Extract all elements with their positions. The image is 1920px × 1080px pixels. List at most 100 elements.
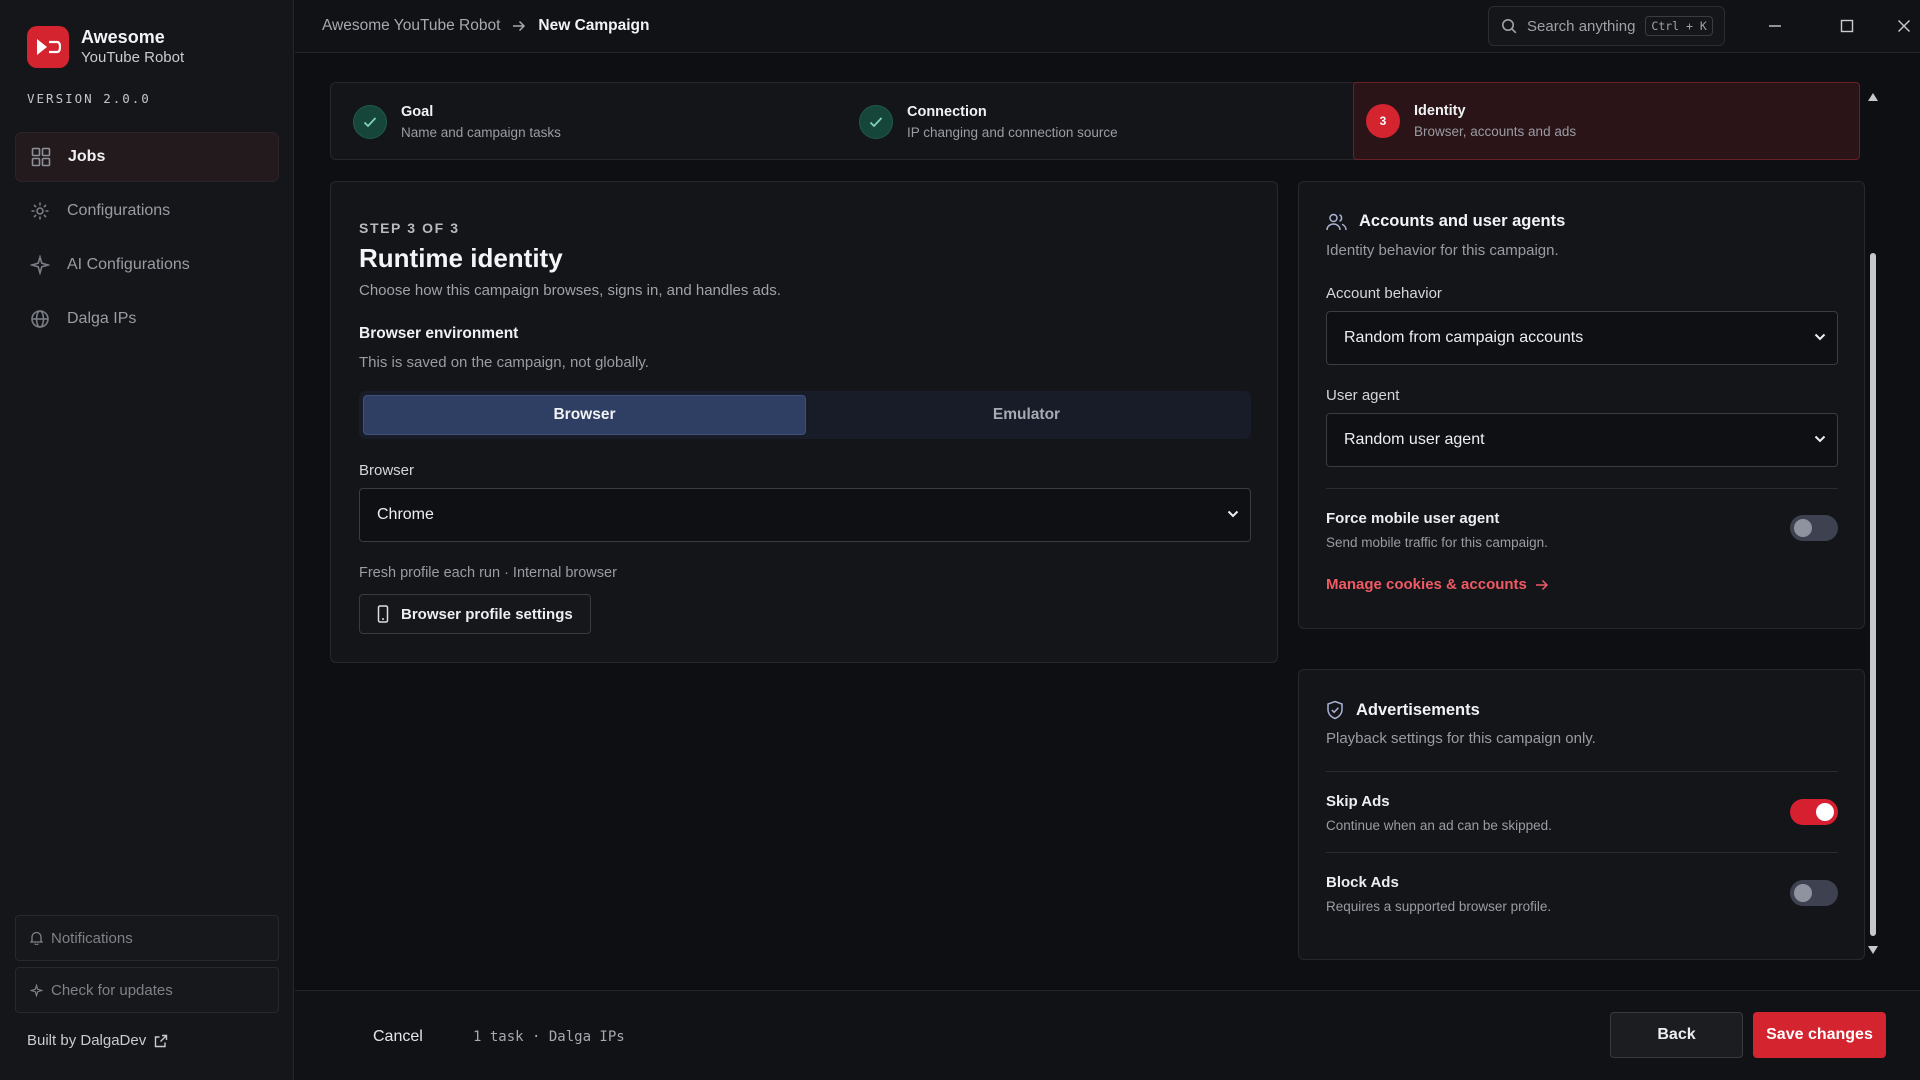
block-ads-title: Block Ads	[1326, 874, 1399, 891]
minimize-button[interactable]	[1762, 13, 1788, 39]
user-agent-value: Random user agent	[1344, 431, 1485, 448]
force-mobile-desc: Send mobile traffic for this campaign.	[1326, 535, 1548, 550]
page-lead: Choose how this campaign browses, signs …	[359, 282, 781, 299]
app-logo-icon	[27, 26, 69, 68]
accounts-card: Accounts and user agents Identity behavi…	[1298, 181, 1865, 629]
advertisements-card: Advertisements Playback settings for thi…	[1298, 669, 1865, 960]
save-changes-button[interactable]: Save changes	[1753, 1012, 1886, 1058]
chevron-down-icon	[1813, 432, 1827, 451]
block-ads-toggle[interactable]	[1790, 880, 1838, 906]
app-name: Awesome	[81, 27, 165, 48]
sidebar-nav: Jobs Configurations AI Configurations Da…	[15, 132, 279, 348]
campaign-stepper: Goal Name and campaign tasks Connection …	[330, 82, 1860, 160]
scrollbar-thumb[interactable]	[1870, 253, 1876, 936]
sidebar-item-configurations[interactable]: Configurations	[15, 186, 279, 236]
sidebar-item-label: Jobs	[68, 148, 106, 165]
sidebar-item-dalga-ips[interactable]: Dalga IPs	[15, 294, 279, 344]
force-mobile-toggle[interactable]	[1790, 515, 1838, 541]
step-desc: Name and campaign tasks	[401, 125, 561, 140]
breadcrumb-root[interactable]: Awesome YouTube Robot	[322, 17, 500, 35]
minimize-icon	[1768, 19, 1782, 33]
accounts-title: Accounts and user agents	[1359, 212, 1566, 230]
step-title: Identity	[1414, 103, 1466, 119]
step-title: Connection	[907, 104, 987, 120]
step-identity[interactable]: 3 Identity Browser, accounts and ads	[1353, 82, 1860, 160]
ads-title-row: Advertisements	[1326, 700, 1480, 720]
skip-ads-desc: Continue when an ad can be skipped.	[1326, 818, 1552, 833]
manage-cookies-label: Manage cookies & accounts	[1326, 576, 1527, 593]
notifications-label: Notifications	[51, 929, 133, 947]
sidebar-item-label: Configurations	[67, 202, 171, 219]
skip-ads-title: Skip Ads	[1326, 793, 1390, 810]
profile-note: Fresh profile each run · Internal browse…	[359, 565, 617, 581]
check-updates-button[interactable]: Check for updates	[15, 967, 279, 1013]
browser-profile-settings-button[interactable]: Browser profile settings	[359, 594, 591, 634]
shield-icon	[1326, 700, 1344, 720]
divider	[1326, 852, 1838, 853]
account-behavior-select[interactable]: Random from campaign accounts	[1326, 311, 1838, 365]
segment-browser[interactable]: Browser	[363, 395, 806, 435]
check-updates-label: Check for updates	[51, 981, 173, 999]
sidebar-item-ai-configurations[interactable]: AI Configurations	[15, 240, 279, 290]
step-connection[interactable]: Connection IP changing and connection so…	[859, 83, 1118, 161]
grid-icon	[30, 146, 52, 168]
arrow-right-icon	[1535, 579, 1549, 591]
skip-ads-toggle[interactable]	[1790, 799, 1838, 825]
browser-environment-desc: This is saved on the campaign, not globa…	[359, 354, 649, 371]
external-link-icon	[154, 1034, 168, 1048]
sparkle-icon	[29, 254, 51, 276]
close-icon	[1897, 19, 1911, 33]
force-mobile-title: Force mobile user agent	[1326, 510, 1500, 527]
browser-label: Browser	[359, 462, 415, 479]
campaign-summary: 1 task · Dalga IPs	[473, 1029, 625, 1045]
maximize-icon	[1840, 19, 1854, 33]
divider	[1326, 488, 1838, 489]
maximize-button[interactable]	[1834, 13, 1860, 39]
accounts-title-row: Accounts and user agents	[1326, 212, 1565, 231]
scrollbar[interactable]	[1866, 88, 1880, 958]
cancel-button[interactable]: Cancel	[373, 1028, 423, 1046]
divider	[1326, 771, 1838, 772]
built-by-link[interactable]: Built by DalgaDev	[27, 1032, 168, 1049]
breadcrumb: Awesome YouTube Robot New Campaign	[322, 17, 650, 35]
accounts-desc: Identity behavior for this campaign.	[1326, 242, 1559, 259]
runtime-identity-card: STEP 3 OF 3 Runtime identity Choose how …	[330, 181, 1278, 663]
ads-title: Advertisements	[1356, 700, 1480, 719]
gear-icon	[29, 200, 51, 222]
account-behavior-label: Account behavior	[1326, 285, 1442, 302]
block-ads-desc: Requires a supported browser profile.	[1326, 899, 1552, 914]
page-title: Runtime identity	[359, 243, 563, 273]
search-input[interactable]: Search anything Ctrl + K	[1488, 6, 1725, 46]
segment-emulator[interactable]: Emulator	[806, 395, 1247, 435]
step-desc: IP changing and connection source	[907, 125, 1118, 140]
sidebar: Awesome YouTube Robot VERSION 2.0.0 Jobs…	[0, 0, 294, 1080]
step-desc: Browser, accounts and ads	[1414, 124, 1577, 139]
chevron-down-icon	[1813, 330, 1827, 349]
browser-select[interactable]: Chrome	[359, 488, 1251, 542]
environment-segmented-control: Browser Emulator	[359, 391, 1251, 439]
scroll-down-icon	[1868, 941, 1878, 958]
users-icon	[1326, 213, 1347, 231]
ads-desc: Playback settings for this campaign only…	[1326, 730, 1596, 747]
back-button[interactable]: Back	[1610, 1012, 1743, 1058]
app-version: VERSION 2.0.0	[27, 91, 151, 106]
user-agent-select[interactable]: Random user agent	[1326, 413, 1838, 467]
search-shortcut: Ctrl + K	[1645, 16, 1713, 36]
sidebar-item-jobs[interactable]: Jobs	[15, 132, 279, 182]
notifications-button[interactable]: Notifications	[15, 915, 279, 961]
app-subtitle: YouTube Robot	[81, 48, 185, 66]
browser-select-value: Chrome	[377, 506, 434, 523]
search-placeholder: Search anything	[1527, 17, 1636, 35]
close-button[interactable]	[1891, 13, 1917, 39]
step-goal[interactable]: Goal Name and campaign tasks	[353, 83, 561, 161]
sidebar-item-label: AI Configurations	[67, 256, 190, 273]
arrow-right-icon	[512, 20, 526, 32]
account-behavior-value: Random from campaign accounts	[1344, 329, 1584, 346]
globe-icon	[29, 308, 51, 330]
chevron-down-icon	[1226, 507, 1240, 526]
browser-profile-settings-label: Browser profile settings	[401, 605, 573, 623]
manage-cookies-link[interactable]: Manage cookies & accounts	[1326, 576, 1549, 593]
user-agent-label: User agent	[1326, 387, 1400, 404]
scroll-up-icon	[1868, 88, 1878, 105]
step-number: 3	[1366, 104, 1400, 138]
